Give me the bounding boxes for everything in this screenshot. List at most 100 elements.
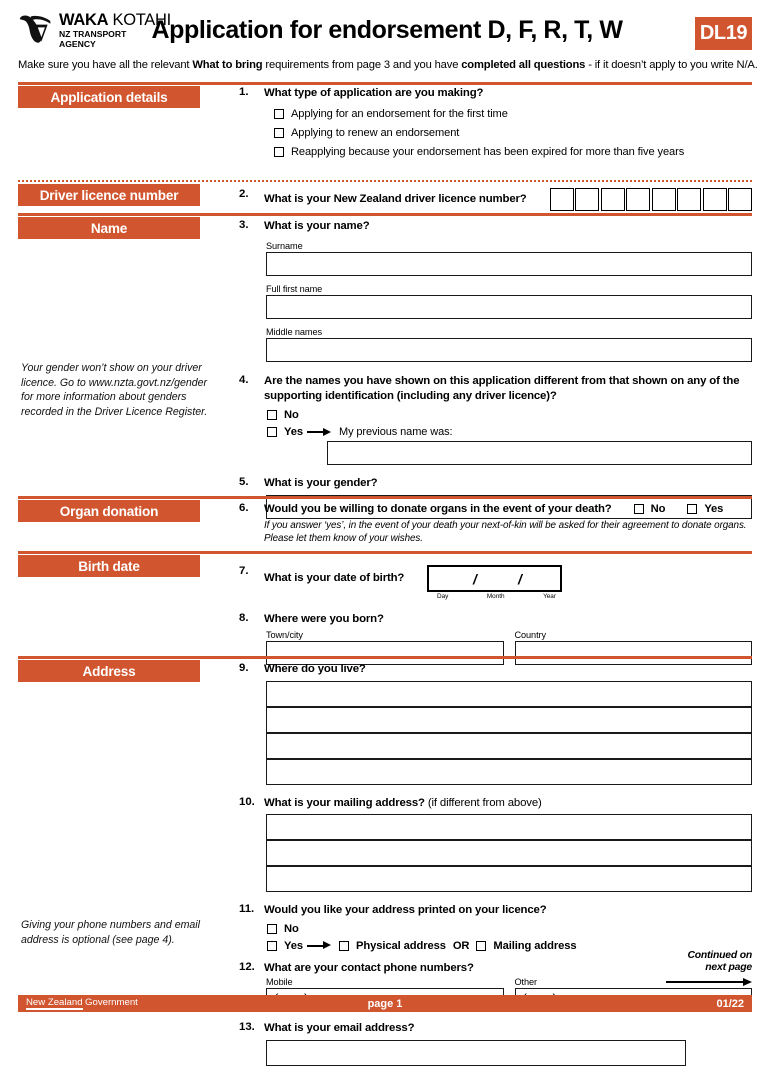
sidenote-gender: Your gender won’t show on your driver li… bbox=[21, 362, 208, 418]
section-rule bbox=[18, 656, 752, 659]
licence-char-box[interactable] bbox=[651, 188, 676, 211]
q6-option-no[interactable]: No bbox=[633, 503, 665, 515]
question-9-number: 9. bbox=[239, 662, 249, 674]
date-of-birth-input[interactable]: / / bbox=[427, 565, 562, 592]
licence-char-box[interactable] bbox=[626, 188, 650, 211]
licence-char-box[interactable] bbox=[677, 188, 701, 211]
form-version: 01/22 bbox=[716, 997, 744, 1010]
q6-note: If you answer ‘yes’, in the event of you… bbox=[264, 519, 747, 544]
mailing-address-line-input[interactable] bbox=[266, 840, 752, 867]
mailing-address-group[interactable] bbox=[266, 814, 752, 893]
residential-address-line-input[interactable] bbox=[266, 732, 752, 759]
question-11-number: 11. bbox=[239, 903, 255, 916]
licence-char-box[interactable] bbox=[728, 188, 752, 211]
surname-label: Surname bbox=[266, 240, 303, 251]
dob-tick-year: Year bbox=[543, 593, 556, 600]
arrow-right-icon bbox=[307, 427, 331, 437]
date-of-birth-group[interactable]: / / Day Month Year bbox=[427, 565, 562, 600]
intro-part-2: requirements from page 3 and you have bbox=[262, 59, 462, 71]
previous-name-input[interactable] bbox=[327, 441, 752, 466]
question-1-text: What type of application are you making? bbox=[264, 87, 484, 99]
residential-address-group[interactable] bbox=[266, 680, 752, 785]
q1-option-reapply[interactable]: Reapplying because your endorsement has … bbox=[274, 146, 752, 158]
q11-no-label: No bbox=[284, 922, 299, 935]
question-2-number: 2. bbox=[239, 188, 249, 200]
first-name-label: Full first name bbox=[266, 283, 323, 294]
question-10-text: What is your mailing address? (if differ… bbox=[264, 796, 752, 811]
residential-address-line-input[interactable] bbox=[266, 758, 752, 785]
question-6: 6. Would you be willing to donate organs… bbox=[239, 502, 752, 545]
residential-address-line-input[interactable] bbox=[266, 706, 752, 733]
email-input[interactable] bbox=[266, 1040, 686, 1066]
mailing-address-line-input[interactable] bbox=[266, 814, 752, 841]
licence-char-box[interactable] bbox=[702, 188, 727, 211]
residential-address-line-input[interactable] bbox=[266, 680, 752, 707]
q6-option-yes[interactable]: Yes bbox=[687, 503, 723, 515]
q4-option-no[interactable]: No bbox=[267, 409, 752, 421]
date-separator: / bbox=[473, 571, 477, 587]
question-2: 2. What is your New Zealand driver licen… bbox=[239, 188, 752, 211]
surname-input[interactable] bbox=[266, 251, 752, 276]
question-10-main: What is your mailing address? bbox=[264, 796, 425, 809]
checkbox-icon[interactable] bbox=[267, 923, 277, 934]
section-name: Name Your gender won’t show on your driv… bbox=[0, 213, 770, 519]
country-label: Country bbox=[514, 629, 547, 640]
q4-option-yes[interactable]: Yes My previous name was: bbox=[267, 426, 752, 438]
intro-bold-2: completed all questions bbox=[461, 59, 586, 71]
question-10: 10. What is your mailing address? (if di… bbox=[239, 796, 752, 893]
question-13-number: 13. bbox=[239, 1021, 255, 1034]
section-label-name: Name bbox=[18, 217, 200, 239]
section-address: Address Giving your phone numbers and em… bbox=[0, 656, 770, 1066]
question-11: 11. Would you like your address printed … bbox=[239, 903, 752, 952]
question-4-number: 4. bbox=[239, 373, 249, 386]
checkbox-icon[interactable] bbox=[339, 940, 349, 951]
middle-names-label: Middle names bbox=[266, 326, 322, 337]
section-application-details: Application details 1. What type of appl… bbox=[0, 82, 770, 180]
q1-option-renew[interactable]: Applying to renew an endorsement bbox=[274, 127, 752, 139]
form-code-badge: DL19 bbox=[695, 17, 752, 50]
checkbox-icon[interactable] bbox=[267, 427, 277, 438]
middle-names-input[interactable] bbox=[266, 337, 752, 362]
checkbox-icon[interactable] bbox=[267, 940, 277, 951]
question-1: 1. What type of application are you maki… bbox=[239, 86, 752, 158]
question-10-number: 10. bbox=[239, 795, 255, 808]
town-city-label: Town/city bbox=[266, 629, 303, 640]
checkbox-icon[interactable] bbox=[274, 146, 284, 157]
question-9-text: Where do you live? bbox=[264, 663, 366, 675]
section-label-application-details: Application details bbox=[18, 86, 200, 108]
question-13: 13. What is your email address? bbox=[239, 1021, 752, 1066]
section-label-organ-donation: Organ donation bbox=[18, 500, 200, 522]
q1-option-3-label: Reapplying because your endorsement has … bbox=[291, 145, 685, 158]
page-number: page 1 bbox=[367, 997, 403, 1010]
checkbox-icon[interactable] bbox=[267, 410, 277, 421]
q11-option-no[interactable]: No bbox=[267, 923, 752, 935]
question-1-number: 1. bbox=[239, 86, 249, 98]
question-3-number: 3. bbox=[239, 219, 249, 231]
question-11-text: Would you like your address printed on y… bbox=[264, 904, 547, 917]
intro-instruction: Make sure you have all the relevant What… bbox=[18, 58, 758, 72]
licence-char-box[interactable] bbox=[600, 188, 625, 211]
arrow-right-icon bbox=[666, 977, 752, 987]
q1-option-first-time[interactable]: Applying for an endorsement for the firs… bbox=[274, 108, 752, 120]
first-name-input[interactable] bbox=[266, 294, 752, 319]
licence-char-box[interactable] bbox=[575, 188, 599, 211]
section-label-driver-licence-number: Driver licence number bbox=[18, 184, 200, 206]
q11-or-label: OR bbox=[452, 939, 470, 952]
checkbox-icon[interactable] bbox=[274, 108, 284, 119]
question-3: 3. What is your name? Surname Full first… bbox=[239, 219, 752, 362]
dob-tick-month: Month bbox=[486, 593, 505, 600]
checkbox-icon[interactable] bbox=[274, 127, 284, 138]
licence-char-box[interactable] bbox=[549, 188, 574, 211]
checkbox-icon[interactable] bbox=[476, 940, 487, 951]
question-7-text: What is your date of birth? bbox=[264, 572, 405, 584]
mailing-address-line-input[interactable] bbox=[266, 866, 752, 893]
previous-name-label: My previous name was: bbox=[339, 426, 453, 439]
checkbox-icon[interactable] bbox=[687, 504, 698, 515]
question-6-text: Would you be willing to donate organs in… bbox=[264, 503, 612, 515]
licence-number-input-group[interactable] bbox=[549, 188, 752, 211]
intro-bold-1: What to bring bbox=[192, 59, 263, 71]
q1-option-1-label: Applying for an endorsement for the firs… bbox=[291, 107, 508, 120]
checkbox-icon[interactable] bbox=[633, 504, 644, 515]
dob-tick-day: Day bbox=[437, 593, 449, 600]
page-footer: New Zealand Government page 1 01/22 bbox=[18, 995, 752, 1012]
